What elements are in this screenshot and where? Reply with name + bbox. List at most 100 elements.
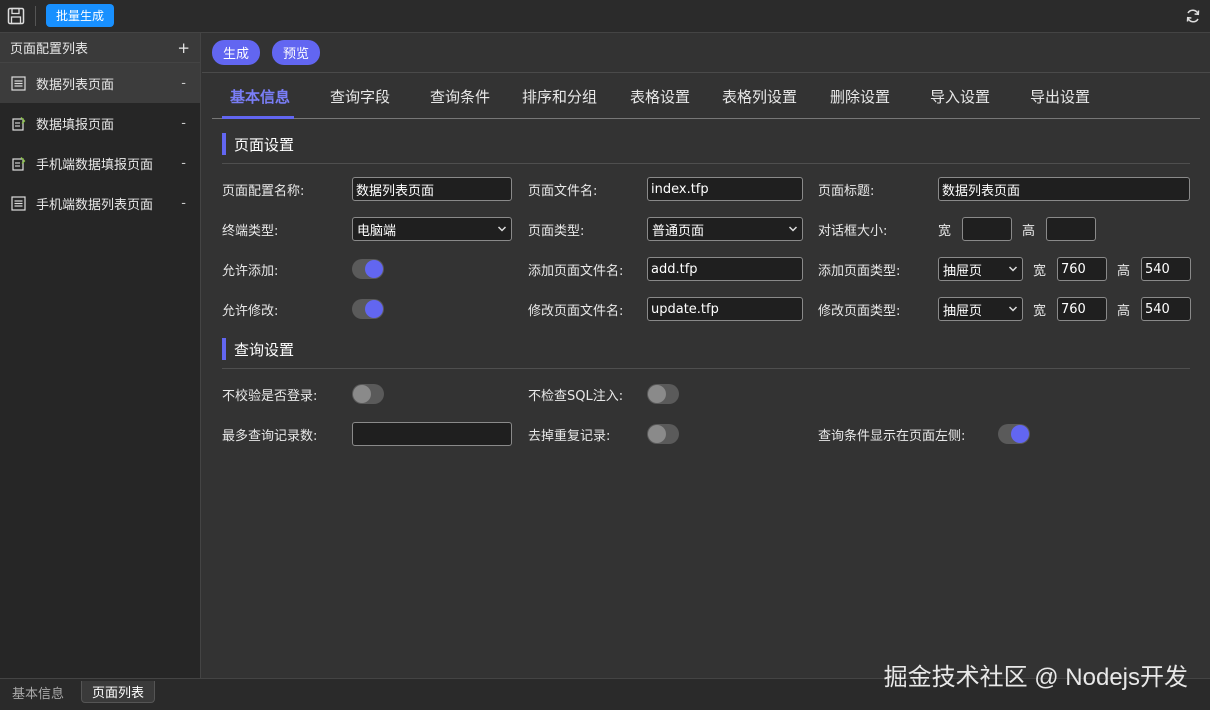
page-type-label: 页面类型: [528,223,585,239]
bottom-tab-basic-info[interactable]: 基本信息 [2,681,74,703]
list-page-icon [10,75,26,91]
sidebar-item-label: 数据列表页面 [36,77,115,93]
dialog-size-label: 对话框大小: [818,223,888,239]
batch-generate-button[interactable]: 批量生成 [46,4,115,27]
form-page-icon [10,155,26,171]
toggle-knob [648,425,666,443]
sidebar-header: 页面配置列表 + [0,33,200,63]
sidebar-item-data-list[interactable]: 数据列表页面 - [0,63,200,103]
allow-edit-toggle[interactable] [352,299,384,319]
dialog-width-label: 宽 [938,223,952,239]
sidebar-item-data-form[interactable]: 数据填报页面 - [0,103,200,143]
no-sql-check-label: 不检查SQL注入: [528,388,624,404]
sidebar-item-label: 手机端数据列表页面 [36,197,154,213]
sidebar-title: 页面配置列表 [10,42,89,57]
edit-file-name-label: 修改页面文件名: [528,303,624,319]
toggle-knob [365,300,383,318]
action-bar: 生成 预览 [202,33,1210,73]
add-file-name-input[interactable]: add.tfp [647,257,803,281]
tab-import-settings[interactable]: 导入设置 [930,86,990,118]
sidebar-item-mobile-form[interactable]: 手机端数据填报页面 - [0,143,200,183]
sidebar: 页面配置列表 + 数据列表页面 - 数据填报页面 - 手机端数据填报页面 - 手… [0,33,201,678]
form-page-icon [10,115,26,131]
tab-table-column-settings[interactable]: 表格列设置 [722,86,797,118]
edit-height-input[interactable]: 540 [1141,297,1191,321]
terminal-type-select[interactable]: 电脑端 [352,217,512,241]
edit-height-label: 高 [1117,303,1131,319]
no-login-check-toggle[interactable] [352,384,384,404]
edit-width-label: 宽 [1033,303,1047,319]
allow-add-label: 允许添加: [222,263,279,279]
add-height-label: 高 [1117,263,1131,279]
section-query-settings: 查询设置 [222,338,294,360]
terminal-type-value: 电脑端 [357,223,397,239]
generate-button[interactable]: 生成 [212,40,261,65]
allow-add-toggle[interactable] [352,259,384,279]
edit-page-type-label: 修改页面类型: [818,303,901,319]
edit-file-name-input[interactable]: update.tfp [647,297,803,321]
section-divider [222,163,1190,164]
remove-page-button[interactable]: - [181,76,186,91]
dialog-width-input[interactable] [962,217,1012,241]
page-title-label: 页面标题: [818,183,875,199]
save-icon[interactable] [5,5,27,27]
config-name-input[interactable]: 数据列表页面 [352,177,512,201]
add-height-input[interactable]: 540 [1141,257,1191,281]
max-records-label: 最多查询记录数: [222,428,318,444]
toggle-knob [648,385,666,403]
remove-page-button[interactable]: - [181,196,186,211]
main-panel: 生成 预览 基本信息 查询字段 查询条件 排序和分组 表格设置 表格列设置 删除… [202,33,1210,678]
no-sql-check-toggle[interactable] [647,384,679,404]
chevron-down-icon [788,226,798,232]
add-page-type-value: 抽屉页 [943,263,983,279]
dialog-height-input[interactable] [1046,217,1096,241]
dedupe-label: 去掉重复记录: [528,428,611,444]
add-width-input[interactable]: 760 [1057,257,1107,281]
tab-delete-settings[interactable]: 删除设置 [830,86,890,118]
edit-page-type-value: 抽屉页 [943,303,983,319]
remove-page-button[interactable]: - [181,116,186,131]
terminal-type-label: 终端类型: [222,223,279,239]
add-page-type-label: 添加页面类型: [818,263,901,279]
toggle-knob [365,260,383,278]
no-login-check-label: 不校验是否登录: [222,388,318,404]
page-type-select[interactable]: 普通页面 [647,217,803,241]
active-tab-indicator [222,116,294,119]
dedupe-toggle[interactable] [647,424,679,444]
bottom-tab-page-list[interactable]: 页面列表 [81,681,156,703]
tab-sort-group[interactable]: 排序和分组 [522,86,597,118]
sidebar-item-label: 手机端数据填报页面 [36,157,154,173]
sidebar-item-label: 数据填报页面 [36,117,115,133]
refresh-icon[interactable] [1183,6,1203,26]
max-records-input[interactable] [352,422,512,446]
page-title-input[interactable]: 数据列表页面 [938,177,1190,201]
tab-query-conditions[interactable]: 查询条件 [430,86,490,118]
list-page-icon [10,195,26,211]
left-conditions-toggle[interactable] [998,424,1030,444]
toolbar-divider [35,6,36,26]
edit-page-type-select[interactable]: 抽屉页 [938,297,1023,321]
preview-button[interactable]: 预览 [272,40,321,65]
chevron-down-icon [1008,266,1018,272]
allow-edit-label: 允许修改: [222,303,279,319]
tab-export-settings[interactable]: 导出设置 [1030,86,1090,118]
edit-width-input[interactable]: 760 [1057,297,1107,321]
add-width-label: 宽 [1033,263,1047,279]
left-conditions-label: 查询条件显示在页面左侧: [818,428,966,444]
watermark-text: 掘金技术社区 @ Nodejs开发 [883,664,1188,691]
tab-basic-info[interactable]: 基本信息 [230,86,290,118]
add-page-type-select[interactable]: 抽屉页 [938,257,1023,281]
toggle-knob [353,385,371,403]
tab-query-fields[interactable]: 查询字段 [330,86,390,118]
sidebar-item-mobile-list[interactable]: 手机端数据列表页面 - [0,183,200,223]
remove-page-button[interactable]: - [181,156,186,171]
top-toolbar: 批量生成 [0,0,1210,33]
tab-table-settings[interactable]: 表格设置 [630,86,690,118]
tab-bar: 基本信息 查询字段 查询条件 排序和分组 表格设置 表格列设置 删除设置 导入设… [212,78,1200,119]
file-name-input[interactable]: index.tfp [647,177,803,201]
chevron-down-icon [1008,306,1018,312]
add-page-button[interactable]: + [177,39,190,57]
dialog-height-label: 高 [1022,223,1036,239]
toggle-knob [1011,425,1029,443]
section-divider [222,368,1190,369]
